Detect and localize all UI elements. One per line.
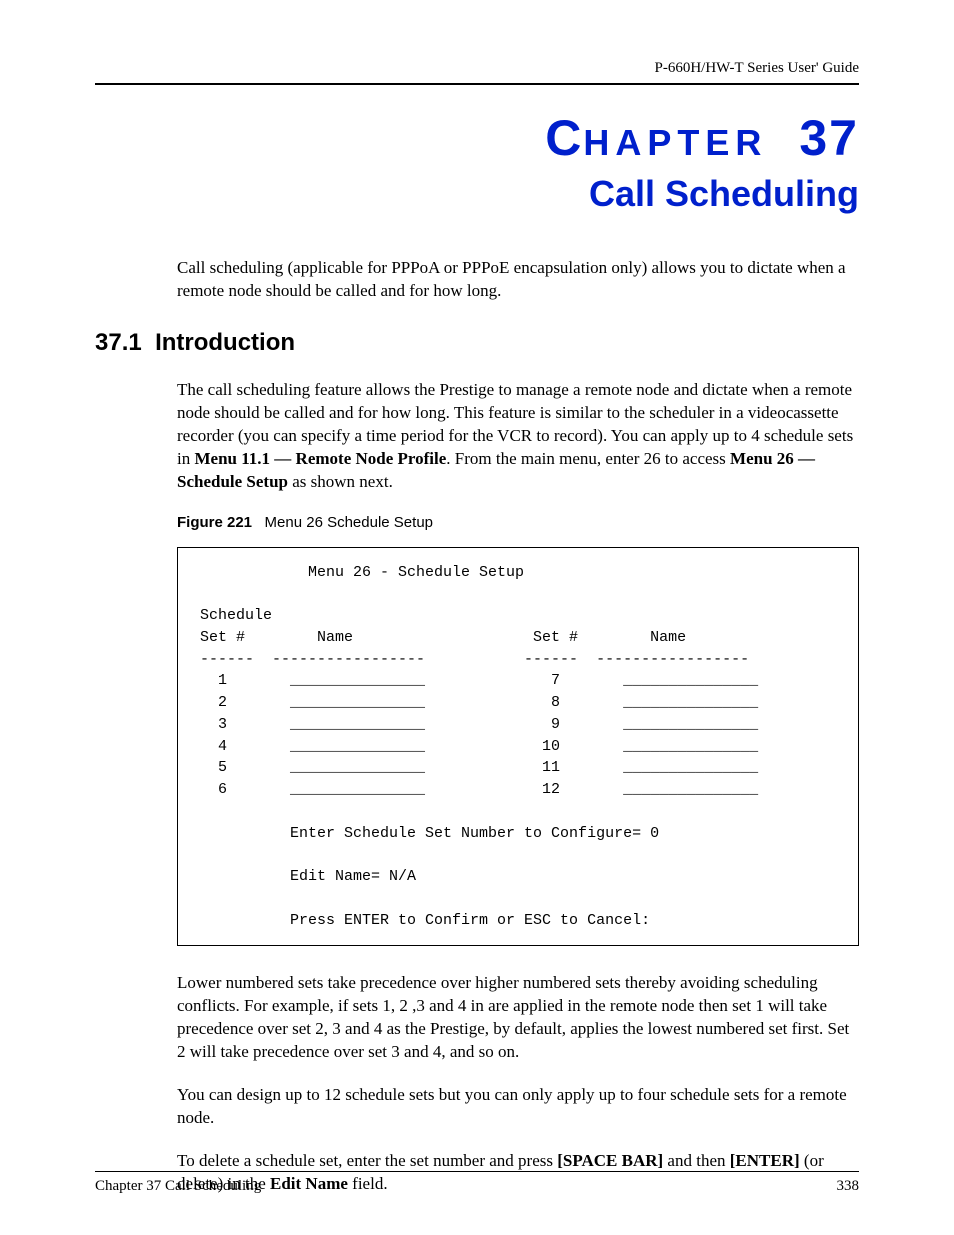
section-title: Introduction: [155, 329, 295, 356]
intro-paragraph: Call scheduling (applicable for PPPoA or…: [177, 257, 859, 303]
footer-row: Chapter 37 Call Scheduling 338: [95, 1178, 859, 1195]
header-rule: [95, 83, 859, 85]
section-para-bold1: Menu 11.1 — Remote Node Profile: [194, 449, 446, 468]
running-header: P-660H/HW-T Series User' Guide: [95, 60, 859, 77]
chapter-number: CHAPTER 37: [95, 109, 859, 167]
figure-caption: Figure 221 Menu 26 Schedule Setup: [177, 514, 859, 531]
paragraph-precedence: Lower numbered sets take precedence over…: [177, 972, 859, 1064]
para4-b2: [ENTER]: [730, 1151, 800, 1170]
figure-caption-text: Menu 26 Schedule Setup: [265, 514, 433, 531]
footer-right: 338: [837, 1178, 860, 1195]
section-paragraph: The call scheduling feature allows the P…: [177, 379, 859, 494]
terminal-box: Menu 26 - Schedule Setup Schedule Set # …: [177, 547, 859, 947]
chapter-word-rest: HAPTER: [583, 122, 767, 163]
section-para-mid: . From the main menu, enter 26 to access: [446, 449, 730, 468]
section-para-post: as shown next.: [288, 472, 393, 491]
footer-left: Chapter 37 Call Scheduling: [95, 1178, 261, 1195]
paragraph-design: You can design up to 12 schedule sets bu…: [177, 1084, 859, 1130]
section-number: 37.1: [95, 329, 142, 356]
para4-mid1: and then: [663, 1151, 730, 1170]
chapter-word-prefix: C: [545, 110, 583, 166]
footer-rule: [95, 1171, 859, 1172]
para4-b1: [SPACE BAR]: [557, 1151, 663, 1170]
figure-label: Figure 221: [177, 514, 252, 531]
section-heading: 37.1 Introduction: [95, 329, 859, 357]
chapter-title: Call Scheduling: [95, 173, 859, 215]
chapter-num: 37: [799, 110, 859, 166]
para4-pre: To delete a schedule set, enter the set …: [177, 1151, 557, 1170]
page: P-660H/HW-T Series User' Guide CHAPTER 3…: [0, 0, 954, 1235]
footer: Chapter 37 Call Scheduling 338: [95, 1171, 859, 1195]
